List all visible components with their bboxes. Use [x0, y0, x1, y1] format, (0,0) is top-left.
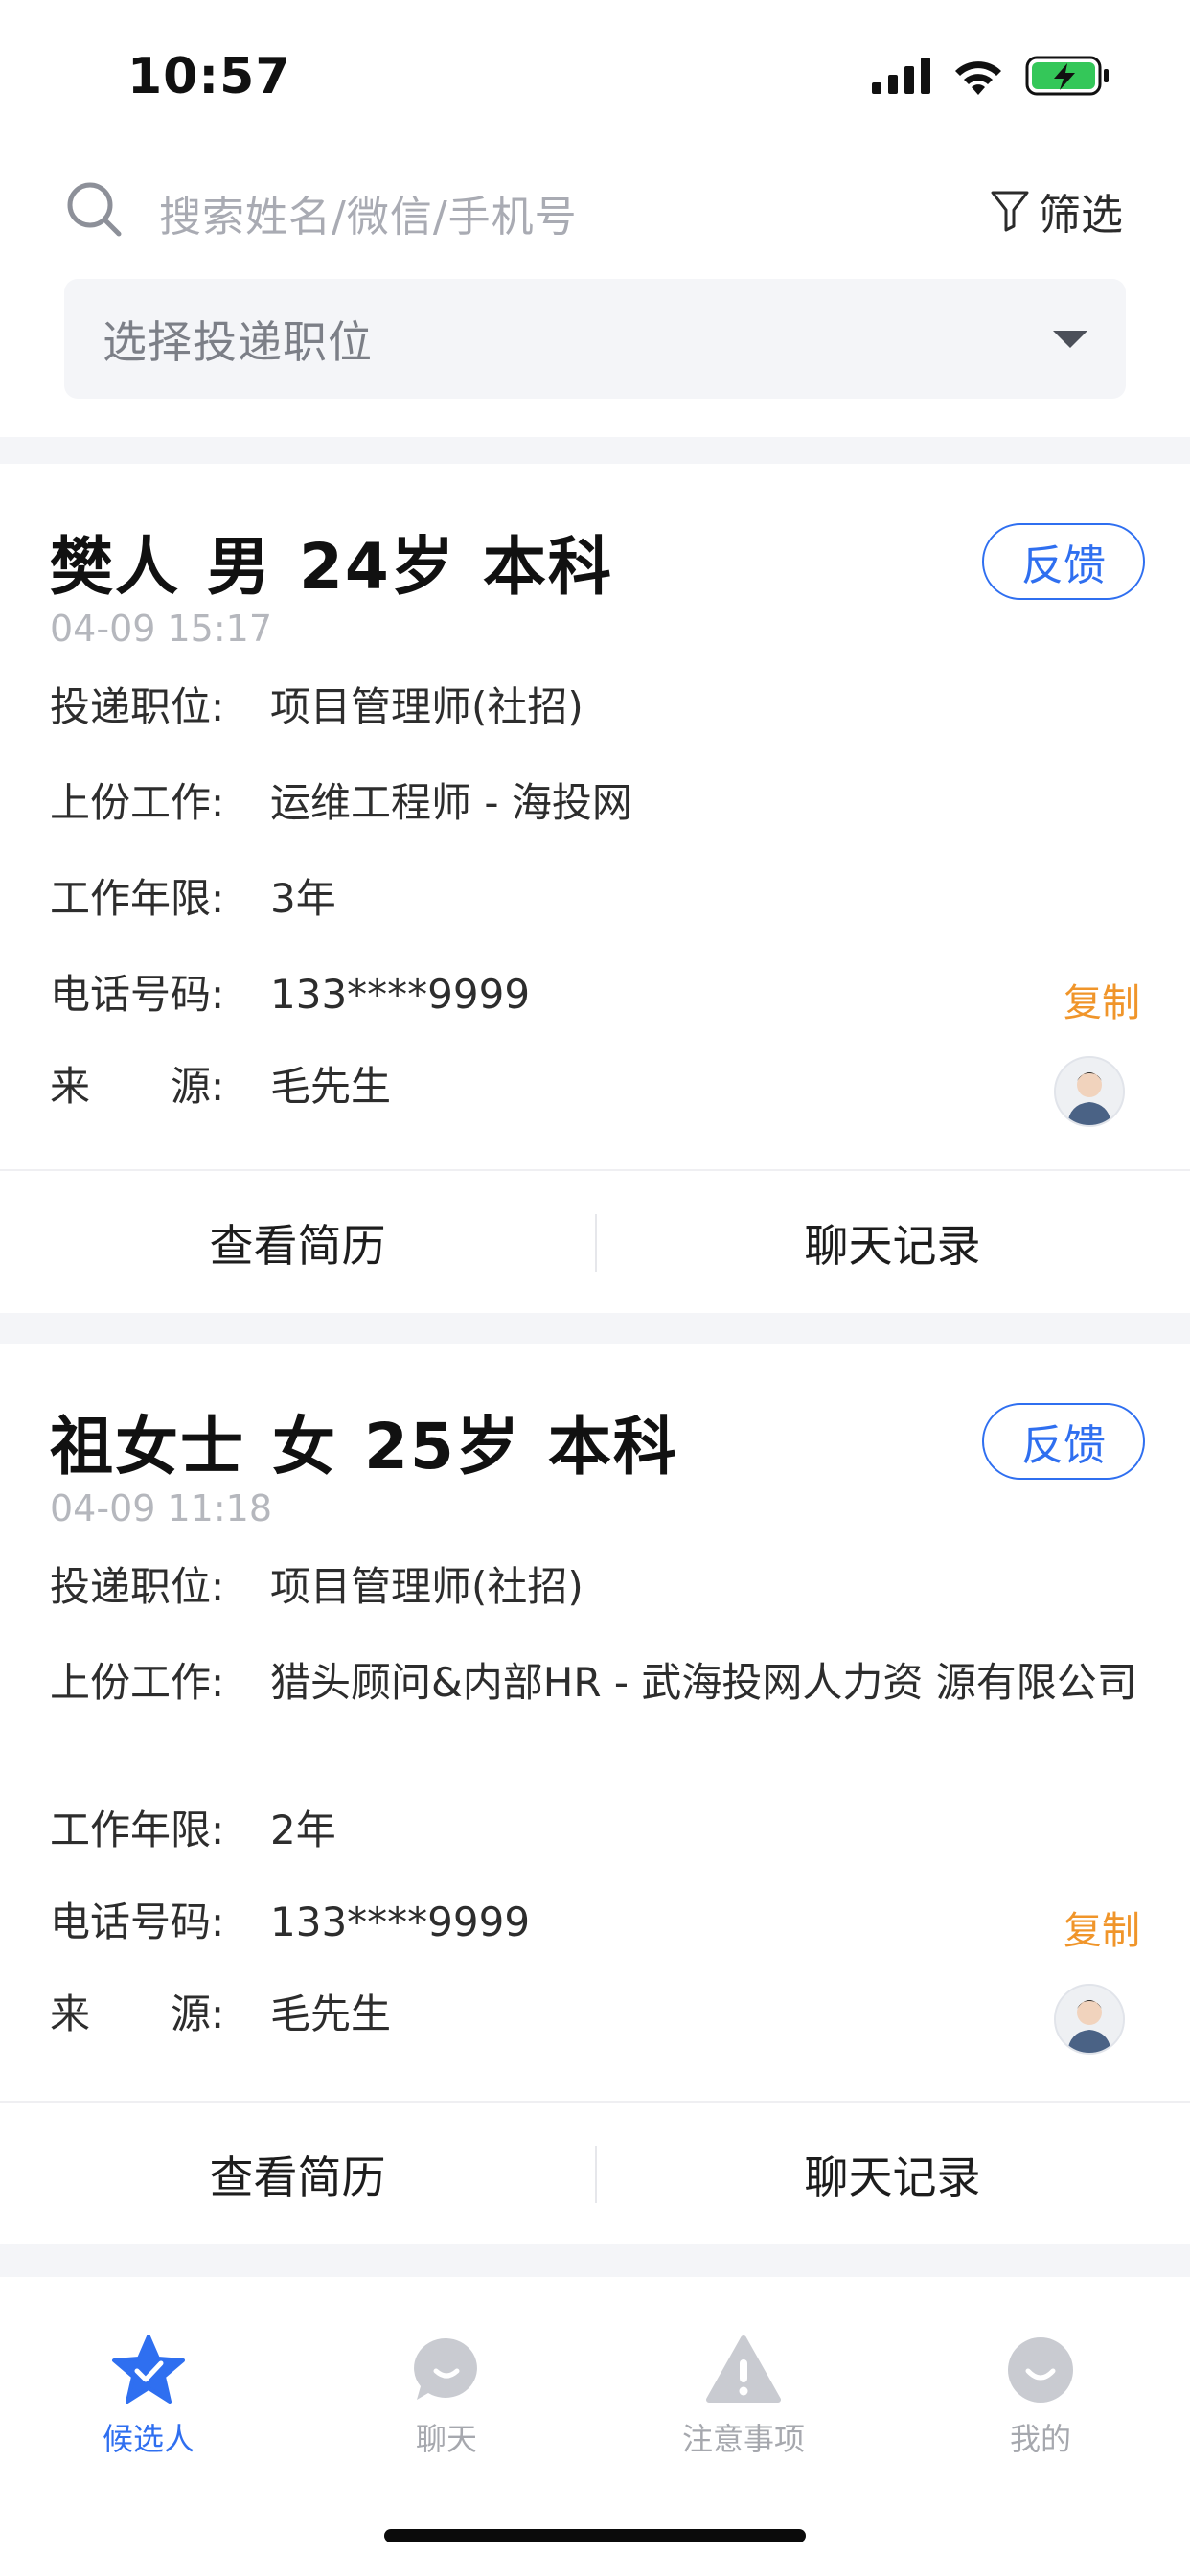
chat-history-button[interactable]: 聊天记录: [595, 1171, 1190, 1315]
field-source: 来 源: 毛先生: [50, 1988, 1140, 2041]
filter-button[interactable]: 筛选: [991, 180, 1123, 242]
field-label: 工作年限:: [50, 875, 225, 922]
section-divider: [0, 2244, 1190, 2277]
view-resume-button[interactable]: 查看简历: [0, 1171, 595, 1315]
filter-icon: [991, 191, 1029, 232]
field-position: 投递职位: 项目管理师(社招): [50, 1560, 1140, 1614]
tab-notes[interactable]: 注意事项: [648, 2334, 839, 2459]
field-value: 毛先生: [270, 1990, 392, 2037]
field-label: 来 源:: [50, 1063, 225, 1110]
candidate-age: 24岁: [299, 530, 456, 604]
field-value: 项目管理师(社招): [270, 1563, 584, 1610]
candidate-name: 祖女士: [50, 1410, 245, 1484]
field-label: 投递职位:: [50, 1563, 225, 1610]
candidate-education: 本科: [482, 530, 613, 604]
field-years: 工作年限: 2年: [50, 1804, 1140, 1857]
status-time: 10:57: [127, 48, 291, 105]
field-label: 电话号码:: [50, 971, 225, 1018]
field-value: 133****9999: [270, 971, 531, 1018]
candidate-age: 25岁: [364, 1410, 521, 1484]
wifi-icon: [955, 61, 1001, 95]
section-divider: [0, 1313, 1190, 1344]
position-select[interactable]: 选择投递职位: [64, 279, 1126, 399]
avatar-person-icon: [1056, 1986, 1123, 2053]
field-label: 来 源:: [50, 1990, 225, 2037]
star-check-icon: [112, 2334, 185, 2404]
tab-label: 我的: [1009, 2421, 1071, 2457]
tab-label: 注意事项: [681, 2421, 805, 2457]
candidate-education: 本科: [547, 1410, 678, 1484]
avatar-person-icon: [1056, 1058, 1123, 1125]
feedback-button[interactable]: 反馈: [982, 523, 1145, 600]
candidate-gender: 女: [272, 1410, 337, 1484]
candidate-header: 祖女士女 25岁 本科: [50, 1395, 705, 1487]
filter-label: 筛选: [1039, 191, 1123, 240]
field-phone: 电话号码: 133****9999: [50, 1896, 1140, 1949]
field-value: 2年: [270, 1806, 336, 1853]
caret-down-icon: [1053, 330, 1087, 348]
field-label: 上份工作:: [50, 1659, 225, 1706]
warning-icon: [706, 2335, 781, 2403]
signal-icon: [872, 58, 930, 94]
field-value: 猎头顾问&内部HR - 武海投网人力资 源有限公司: [270, 1659, 1137, 1706]
search-icon[interactable]: [65, 180, 123, 238]
candidate-time: 04-09 11:18: [50, 1487, 273, 1530]
field-value: 运维工程师 - 海投网: [270, 779, 632, 826]
chat-bubble-icon: [414, 2337, 477, 2400]
tab-chat[interactable]: 聊天: [351, 2334, 542, 2459]
copy-phone-button[interactable]: 复制: [1064, 972, 1140, 1027]
view-resume-button[interactable]: 查看简历: [0, 2103, 595, 2246]
field-years: 工作年限: 3年: [50, 872, 1140, 926]
field-last-job: 上份工作: 猎头顾问&内部HR - 武海投网人力资 源有限公司: [50, 1656, 1140, 1710]
avatar[interactable]: [1054, 1984, 1125, 2055]
candidate-card: 祖女士女 25岁 本科 反馈 04-09 11:18 投递职位: 项目管理师(社招)…: [0, 1344, 1190, 2244]
candidate-name: 樊人: [50, 530, 180, 604]
section-divider: [0, 437, 1190, 464]
field-label: 电话号码:: [50, 1898, 225, 1945]
candidate-header: 樊人男 24岁 本科: [50, 516, 640, 608]
search-input[interactable]: 搜索姓名/微信/手机号: [159, 182, 578, 243]
status-icons: [872, 56, 1111, 96]
tab-label: 聊天: [415, 2421, 477, 2457]
field-source: 来 源: 毛先生: [50, 1060, 1140, 1114]
position-select-label: 选择投递职位: [103, 315, 373, 368]
candidate-time: 04-09 15:17: [50, 608, 273, 650]
feedback-button[interactable]: 反馈: [982, 1403, 1145, 1480]
avatar[interactable]: [1054, 1056, 1125, 1127]
tab-mine[interactable]: 我的: [945, 2334, 1136, 2459]
field-label: 工作年限:: [50, 1806, 225, 1853]
field-label: 投递职位:: [50, 683, 225, 730]
home-indicator: [384, 2529, 806, 2542]
copy-phone-button[interactable]: 复制: [1064, 1899, 1140, 1955]
field-last-job: 上份工作: 运维工程师 - 海投网: [50, 776, 1140, 830]
field-value: 133****9999: [270, 1898, 531, 1945]
tab-label: 候选人: [102, 2421, 195, 2457]
field-value: 项目管理师(社招): [270, 683, 584, 730]
field-label: 上份工作:: [50, 779, 225, 826]
profile-smile-icon: [1008, 2337, 1073, 2403]
tab-candidates[interactable]: 候选人: [53, 2334, 244, 2459]
field-phone: 电话号码: 133****9999: [50, 968, 1140, 1022]
battery-charging-icon: [1025, 56, 1109, 96]
field-position: 投递职位: 项目管理师(社招): [50, 680, 1140, 734]
candidate-gender: 男: [207, 530, 272, 604]
field-value: 毛先生: [270, 1063, 392, 1110]
candidate-card: 樊人男 24岁 本科 反馈 04-09 15:17 投递职位: 项目管理师(社招) …: [0, 464, 1190, 1313]
chat-history-button[interactable]: 聊天记录: [595, 2103, 1190, 2246]
field-value: 3年: [270, 875, 336, 922]
